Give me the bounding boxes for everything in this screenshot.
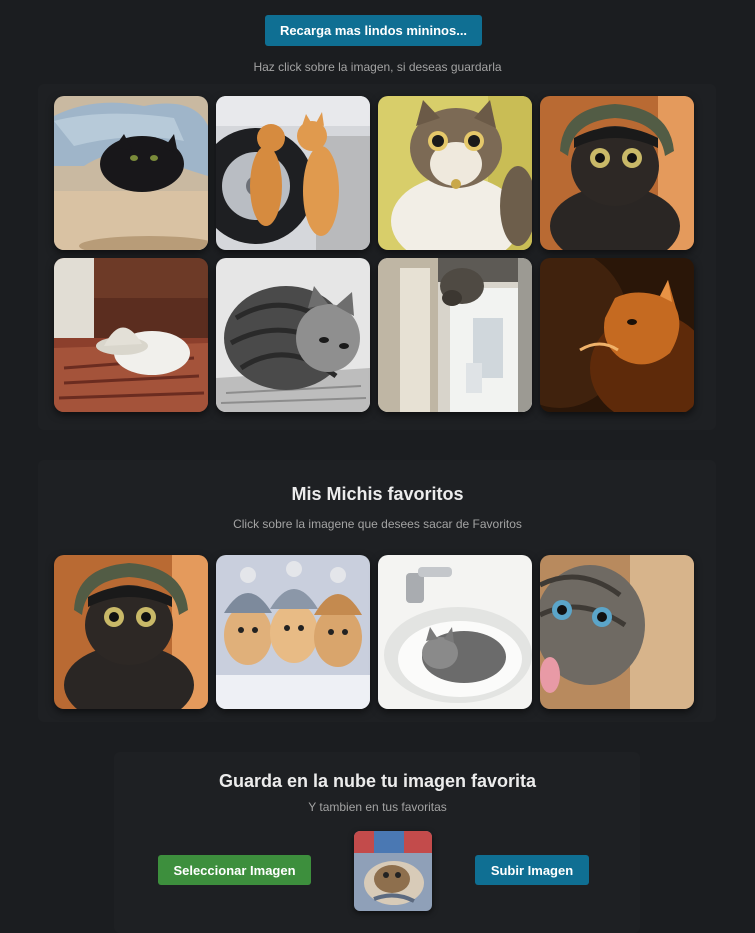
random-cat-image[interactable] [54,96,208,250]
bw-sleeping-kitten-photo [216,258,370,412]
random-cat-image[interactable] [54,258,208,412]
two-kittens-on-tire-photo [216,96,370,250]
upload-title: Guarda en la nube tu imagen favorita [218,771,537,791]
white-cat-with-hat-photo [54,258,208,412]
favorites-hint: Click sobre la imagene que desees sacar … [233,517,522,531]
upload-preview-image [354,831,432,911]
random-cat-image[interactable] [216,96,370,250]
upload-preview-photo [354,831,432,911]
random-cat-image[interactable] [378,96,532,250]
excited-kitten-photo [540,555,694,709]
favorites-title: Mis Michis favoritos [291,484,464,504]
kitten-in-sink-photo [378,555,532,709]
upload-subtitle: Y tambien en tus favoritas [308,800,447,814]
cat-on-door-photo [378,258,532,412]
favorite-cat-image[interactable] [216,555,370,709]
surprised-cat-photo [378,96,532,250]
favorite-cat-image[interactable] [540,555,694,709]
kitten-in-helmet-photo [540,96,694,250]
random-cat-image[interactable] [540,258,694,412]
random-cat-image[interactable] [216,258,370,412]
kittens-in-beanies-photo [216,555,370,709]
cat-under-blanket-photo [54,96,208,250]
random-cat-image[interactable] [378,258,532,412]
favorite-cat-image[interactable] [54,555,208,709]
reload-cats-button[interactable]: Recarga mas lindos mininos... [265,15,482,46]
orange-cat-sunlight-photo [540,258,694,412]
upload-image-button[interactable]: Subir Imagen [475,855,589,885]
random-cat-image[interactable] [540,96,694,250]
random-hint: Haz click sobre la imagen, si deseas gua… [253,60,502,74]
select-image-button[interactable]: Seleccionar Imagen [158,855,311,885]
kitten-in-helmet-photo [54,555,208,709]
favorite-cat-image[interactable] [378,555,532,709]
